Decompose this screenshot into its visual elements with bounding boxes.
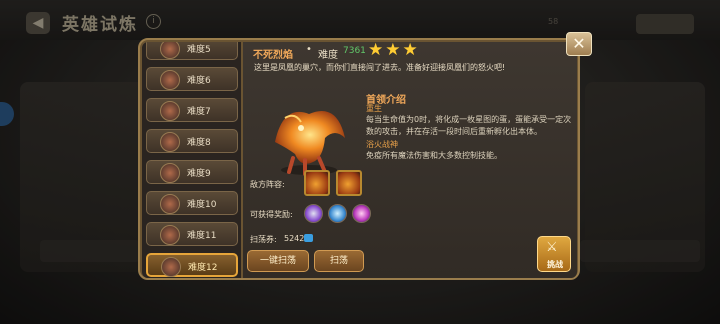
challenge-button[interactable]: ⚔ 挑战 (537, 236, 571, 272)
difficulty-label: 难度12 (188, 263, 218, 273)
sweep-ticket-label: 扫荡券: (250, 235, 277, 244)
enemy-portrait[interactable] (336, 170, 362, 196)
difficulty-emblem-icon (160, 194, 180, 214)
enemy-lineup-label: 敌方阵容: (250, 180, 285, 189)
difficulty-emblem-icon (160, 132, 180, 152)
sweep-button[interactable]: 扫荡 (314, 250, 364, 272)
difficulty-emblem-icon (160, 163, 180, 183)
skill-name: 浴火战神 (366, 140, 398, 149)
challenge-label: 挑战 (547, 260, 563, 269)
boss-name: 不死烈焰 (253, 50, 293, 61)
reward-item-icon[interactable] (352, 204, 371, 223)
boss-portrait (275, 111, 345, 176)
title-separator: • (306, 44, 312, 55)
difficulty-emblem-icon (160, 225, 180, 245)
sweep-ticket-count: 5242 (284, 234, 305, 243)
skill-description: 每当生命值为0时，将化成一枚星图的蛋，蛋能承受一定次数的攻击，并在存活一段时间后… (366, 115, 572, 136)
difficulty-label: 难度10 (187, 200, 217, 210)
crossed-swords-icon: ⚔ (546, 240, 558, 255)
difficulty-item[interactable]: 难度10 (146, 191, 238, 215)
difficulty-label: 难度8 (187, 138, 211, 148)
difficulty-label: 难度7 (187, 107, 211, 117)
difficulty-label: 难度9 (187, 169, 211, 179)
difficulty-item[interactable]: 难度9 (146, 160, 238, 184)
difficulty-name: 难度 (318, 50, 338, 61)
boss-description: 这里是凤凰的巢穴，而你们直接闯了进去。准备好迎接凤凰们的怒火吧! (254, 63, 506, 72)
sweep-all-button[interactable]: 一键扫荡 (247, 250, 309, 272)
difficulty-item[interactable]: 难度8 (146, 129, 238, 153)
difficulty-emblem-icon (160, 70, 180, 90)
difficulty-emblem-icon (161, 257, 181, 277)
difficulty-emblem-icon (160, 101, 180, 121)
difficulty-list: 难度5 难度6 难度7 难度8 难度9 难度10 难度11 难度12 (142, 42, 241, 278)
difficulty-label: 难度6 (187, 76, 211, 86)
skill-description: 免疫所有魔法伤害和大多数控制技能。 (366, 151, 502, 160)
reward-item-icon[interactable] (328, 204, 347, 223)
difficulty-item-selected[interactable]: 难度12 (146, 253, 238, 277)
reward-label: 可获得奖励: (250, 210, 293, 219)
difficulty-item[interactable]: 难度7 (146, 98, 238, 122)
difficulty-label: 难度5 (187, 45, 211, 55)
difficulty-label: 难度11 (187, 231, 217, 241)
ticket-icon (304, 234, 313, 242)
close-button[interactable]: ✕ (566, 32, 592, 56)
star-rating: ★★★ (368, 40, 420, 60)
difficulty-item[interactable]: 难度6 (146, 67, 238, 91)
skill-name: 重生 (366, 104, 382, 113)
difficulty-emblem-icon (160, 42, 180, 59)
power-value: 7361 (343, 46, 366, 56)
enemy-portrait[interactable] (304, 170, 330, 196)
difficulty-item[interactable]: 难度5 (146, 42, 238, 60)
difficulty-item[interactable]: 难度11 (146, 222, 238, 246)
reward-item-icon[interactable] (304, 204, 323, 223)
